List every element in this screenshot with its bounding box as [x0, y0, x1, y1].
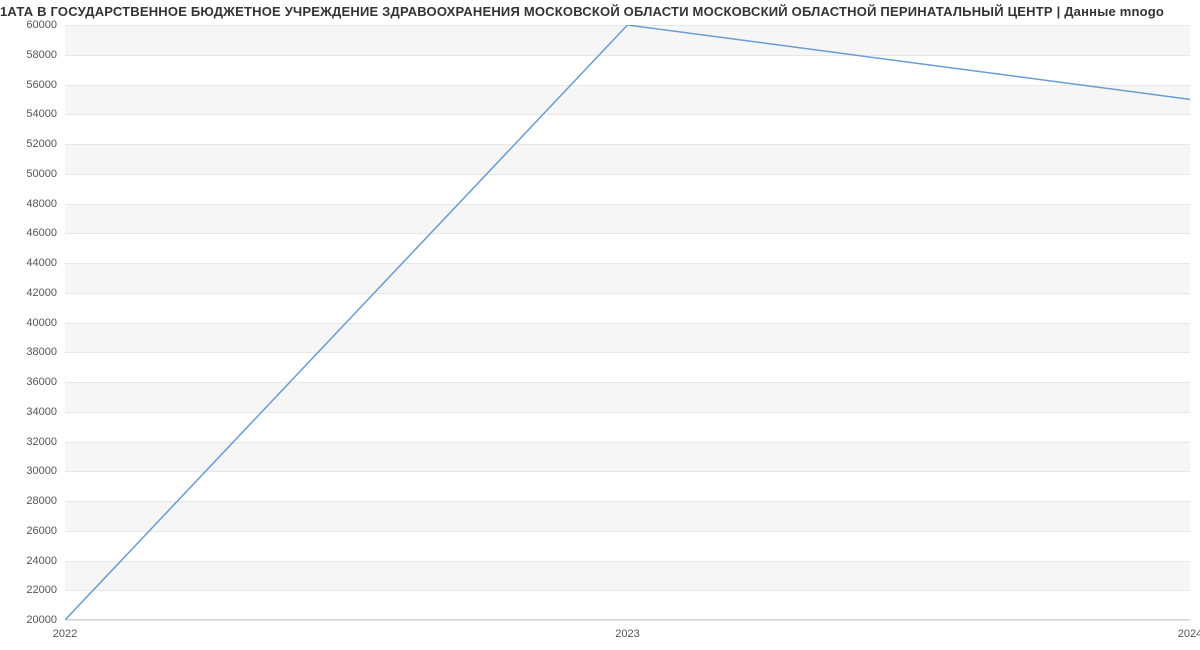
y-tick-label: 56000 [26, 79, 65, 91]
chart-title: 1АТА В ГОСУДАРСТВЕННОЕ БЮДЖЕТНОЕ УЧРЕЖДЕ… [0, 4, 1200, 19]
y-tick-label: 50000 [26, 168, 65, 180]
y-tick-label: 30000 [26, 465, 65, 477]
y-tick-label: 38000 [26, 346, 65, 358]
y-tick-label: 60000 [26, 19, 65, 31]
x-tick-label: 2024 [1178, 620, 1200, 640]
y-tick-label: 28000 [26, 495, 65, 507]
y-tick-label: 36000 [26, 376, 65, 388]
y-tick-label: 54000 [26, 108, 65, 120]
y-tick-label: 42000 [26, 287, 65, 299]
y-tick-label: 24000 [26, 555, 65, 567]
y-tick-label: 26000 [26, 525, 65, 537]
y-tick-label: 46000 [26, 227, 65, 239]
x-tick-label: 2022 [53, 620, 77, 640]
y-tick-label: 52000 [26, 138, 65, 150]
y-tick-label: 48000 [26, 198, 65, 210]
y-tick-label: 40000 [26, 317, 65, 329]
y-tick-label: 58000 [26, 49, 65, 61]
y-tick-label: 44000 [26, 257, 65, 269]
x-tick-label: 2023 [615, 620, 639, 640]
y-tick-label: 22000 [26, 584, 65, 596]
chart-area: 2000022000240002600028000300003200034000… [65, 25, 1190, 620]
y-tick-label: 34000 [26, 406, 65, 418]
plot-area: 2000022000240002600028000300003200034000… [65, 25, 1190, 620]
line-series [65, 25, 1190, 620]
y-tick-label: 32000 [26, 436, 65, 448]
